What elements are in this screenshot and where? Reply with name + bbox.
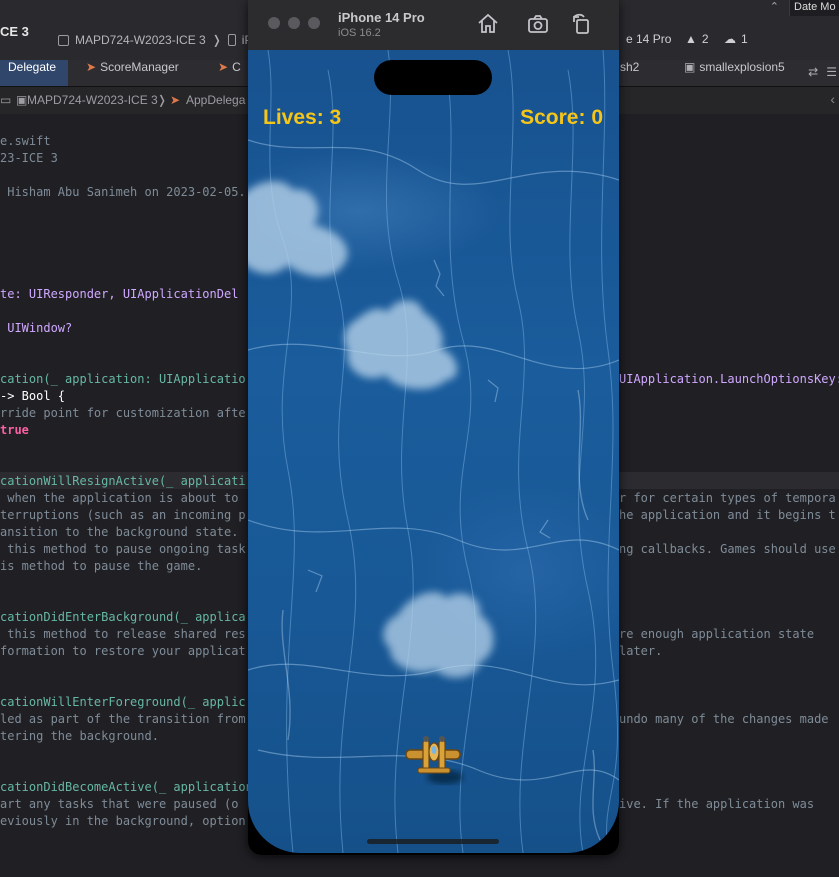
- chevron-right-icon: ❭: [211, 33, 222, 47]
- zoom-button[interactable]: [308, 17, 320, 29]
- warning-icon: ▲: [685, 32, 697, 46]
- code-line: eviously in the background, option: [0, 814, 246, 828]
- rotate-icon[interactable]: [570, 12, 594, 36]
- os-version: iOS 16.2: [338, 27, 381, 39]
- chevron-right-icon: ❭: [157, 93, 168, 107]
- code-line: cationWillResignActive(_ applicati: [0, 474, 246, 488]
- screenshot-icon[interactable]: [526, 12, 550, 36]
- code-line: re enough application state: [619, 627, 815, 641]
- code-line: formation to restore your applicat: [0, 644, 246, 658]
- player-plane-sprite: [405, 736, 463, 784]
- code-line: terruptions (such as an incoming p: [0, 508, 246, 522]
- tab-label: ScoreManager: [100, 60, 179, 74]
- image-asset-icon: ▣: [684, 60, 696, 74]
- cloud-number: 1: [741, 32, 748, 46]
- warning-number: 2: [701, 32, 709, 46]
- tab-smallexplosion5[interactable]: ▣ smallexplosion5: [676, 60, 793, 86]
- simulator-window: iPhone 14 Pro iOS 16.2 Lives: 3 Score: 0: [248, 0, 619, 855]
- app-target-icon: [58, 34, 69, 46]
- cloud: [344, 300, 458, 390]
- code-line: when the application is about to: [0, 491, 239, 505]
- code-line: te: UIResponder, UIApplicationDel: [0, 287, 239, 301]
- close-button[interactable]: [268, 17, 280, 29]
- scheme-label: MAPD724-W2023-ICE 3: [75, 33, 206, 47]
- score-label: Score: 0: [520, 106, 603, 129]
- minimize-button[interactable]: [288, 17, 300, 29]
- code-line: r for certain types of tempora: [619, 491, 836, 505]
- chevron-left-icon[interactable]: ‹: [830, 91, 835, 107]
- swift-file-icon: ➤: [86, 60, 97, 74]
- folder-icon[interactable]: ▭: [0, 93, 11, 107]
- code-line: cationWillEnterForeground(_ applic: [0, 695, 246, 709]
- code-line: ive. If the application was: [619, 797, 815, 811]
- code-line: ng callbacks. Games should use: [619, 542, 836, 556]
- simulator-toolbar: iPhone 14 Pro iOS 16.2: [248, 0, 619, 51]
- code-line: -> Bool {: [0, 389, 66, 403]
- home-icon[interactable]: [476, 12, 500, 36]
- jumpbar-file[interactable]: AppDelega: [186, 93, 245, 107]
- dynamic-island: [374, 60, 492, 95]
- cloud: [383, 592, 494, 678]
- code-line: ansition to the background state.: [0, 525, 239, 539]
- code-line: art any tasks that were paused (o: [0, 797, 239, 811]
- code-line: undo many of the changes made: [619, 712, 829, 726]
- tab-label: smallexplosion5: [699, 60, 785, 74]
- home-indicator[interactable]: [367, 839, 499, 844]
- code-line: this method to release shared res: [0, 627, 246, 641]
- date-mode-menu[interactable]: Date Mo: [789, 0, 839, 16]
- code-line: cationDidBecomeActive(_ application: [0, 780, 253, 794]
- tab-label: C: [232, 60, 241, 74]
- ocean-background: [248, 50, 619, 853]
- lives-label: Lives: 3: [263, 106, 342, 129]
- code-line: 23-ICE 3: [0, 151, 58, 165]
- window-title: CE 3: [0, 24, 29, 39]
- code-line: rride point for customization afte: [0, 406, 246, 420]
- code-line: UIApplication.LaunchOptionsKey:: [619, 372, 839, 386]
- swift-file-icon: ➤: [170, 93, 181, 107]
- cloud-icon: ☁: [724, 32, 736, 46]
- game-screen[interactable]: Lives: 3 Score: 0: [248, 50, 619, 853]
- code-line: cation(_ application: UIApplicatio: [0, 372, 246, 386]
- code-line: led as part of the transition from: [0, 712, 246, 726]
- scheme-selector[interactable]: MAPD724-W2023-ICE 3 ❭ iP: [58, 32, 252, 48]
- device-name: iPhone 14 Pro: [338, 10, 425, 25]
- device-name-fragment: e 14 Pro: [626, 32, 672, 46]
- cloud: [248, 181, 348, 277]
- swift-file-icon: ➤: [218, 60, 229, 74]
- tab-bar-controls: ⇄ ☰: [808, 65, 837, 79]
- project-icon: ▣: [16, 93, 28, 107]
- code-line: he application and it begins t: [619, 508, 836, 522]
- tab-label: sh2: [620, 60, 640, 74]
- code-line: Hisham Abu Sanimeh on 2023-02-05.: [0, 185, 246, 199]
- swap-icon[interactable]: ⇄: [808, 65, 818, 79]
- device-icon: [227, 34, 236, 46]
- code-line: tering the background.: [0, 729, 159, 743]
- code-line: e.swift: [0, 134, 51, 148]
- code-line: true: [0, 423, 29, 437]
- tab-scoremanager[interactable]: ➤ ScoreManager: [78, 60, 187, 86]
- code-line: UIWindow?: [0, 321, 73, 335]
- code-line: later.: [619, 644, 663, 658]
- list-icon[interactable]: ☰: [826, 65, 837, 79]
- code-line: this method to pause ongoing task: [0, 542, 246, 556]
- warning-count[interactable]: ▲ 2: [685, 32, 709, 46]
- code-line: is method to pause the game.: [0, 559, 203, 573]
- jumpbar-project[interactable]: MAPD724-W2023-ICE 3: [27, 93, 158, 107]
- chevron-up-icon[interactable]: ⌃: [770, 0, 779, 13]
- cloud-status[interactable]: ☁ 1: [724, 32, 748, 46]
- tab-label: Delegate: [8, 60, 57, 74]
- tab-appdelegate[interactable]: Delegate: [0, 60, 68, 86]
- code-line: cationDidEnterBackground(_ applica: [0, 610, 246, 624]
- destination-device-label[interactable]: e 14 Pro: [626, 32, 671, 46]
- tab-c[interactable]: ➤ C: [210, 60, 249, 86]
